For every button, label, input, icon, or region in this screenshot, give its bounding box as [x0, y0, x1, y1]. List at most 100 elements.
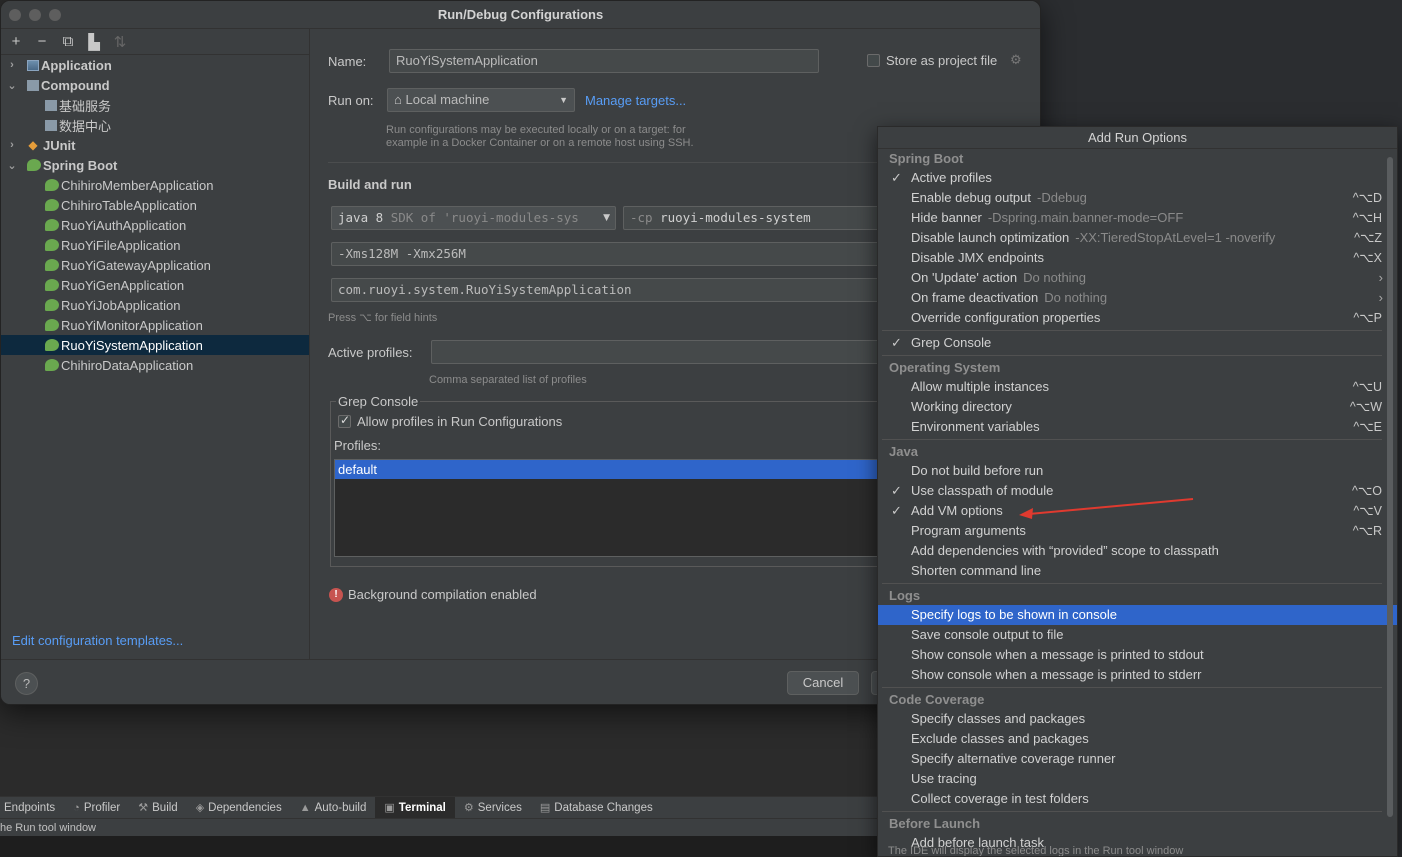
chevron-right-icon[interactable]: › [5, 59, 19, 71]
popup-scrollbar[interactable] [1387, 157, 1393, 817]
cp-prefix: -cp [630, 210, 653, 225]
active-profiles-field[interactable] [431, 340, 883, 364]
run-option-item[interactable]: On 'Update' action Do nothing › [878, 268, 1397, 288]
tree-item[interactable]: 数据中心 [1, 115, 309, 135]
store-as-project-checkbox[interactable] [867, 54, 880, 67]
tree-item[interactable]: › Application [1, 55, 309, 75]
run-option-item[interactable]: ✓ Use classpath of module ^⌥O [878, 481, 1397, 501]
tree-item[interactable]: RuoYiGatewayApplication [1, 255, 309, 275]
run-option-item[interactable]: ✓ Grep Console [878, 333, 1397, 353]
run-option-item[interactable]: Allow multiple instances ^⌥U [878, 377, 1397, 397]
chevron-down-icon[interactable]: ⌄ [5, 159, 19, 172]
allow-profiles-label: Allow profiles in Run Configurations [357, 414, 563, 429]
run-option-item[interactable]: Specify alternative coverage runner [878, 749, 1397, 769]
vm-options-field[interactable]: -Xms128M -Xmx256M [331, 242, 883, 266]
option-group-header: Code Coverage [889, 692, 985, 707]
warning-icon: ▲ [299, 801, 311, 814]
tool-tab[interactable]: ▣ Terminal [375, 796, 455, 819]
profiles-list[interactable]: default [334, 459, 884, 557]
compound-icon [27, 79, 39, 91]
name-field[interactable]: RuoYiSystemApplication [389, 49, 819, 73]
tool-tab[interactable]: ▤ Database Changes [531, 797, 662, 819]
run-option-label: Specify alternative coverage runner [911, 751, 1116, 766]
tree-item-label: RuoYiMonitorApplication [61, 317, 203, 333]
run-option-item[interactable]: Disable JMX endpoints ^⌥X [878, 248, 1397, 268]
spring-boot-icon [45, 199, 59, 211]
run-option-item[interactable]: Hide banner -Dspring.main.banner-mode=OFF… [878, 208, 1397, 228]
run-option-item[interactable]: Specify logs to be shown in console [878, 605, 1397, 625]
jdk-select[interactable]: java 8 SDK of 'ruoyi-modules-sys ▼ [331, 206, 616, 230]
tree-item[interactable]: RuoYiAuthApplication [1, 215, 309, 235]
tree-item[interactable]: › ◆ JUnit [1, 135, 309, 155]
edit-templates-link[interactable]: Edit configuration templates... [12, 633, 183, 648]
chevron-right-icon[interactable]: › [5, 139, 19, 151]
run-option-item[interactable]: Program arguments ^⌥R [878, 521, 1397, 541]
run-option-item[interactable]: Override configuration properties ^⌥P [878, 308, 1397, 328]
run-option-item[interactable]: Do not build before run [878, 461, 1397, 481]
run-option-item[interactable]: Save console output to file [878, 625, 1397, 645]
add-icon[interactable]: + [8, 33, 24, 50]
manage-targets-link[interactable]: Manage targets... [585, 93, 686, 108]
tree-item[interactable]: 基础服务 [1, 95, 309, 115]
dock [0, 836, 880, 857]
remove-icon[interactable]: − [34, 33, 50, 50]
run-option-item[interactable]: Collect coverage in test folders [878, 789, 1397, 809]
tree-item[interactable]: ⌄ Spring Boot [1, 155, 309, 175]
run-option-item[interactable]: Specify classes and packages [878, 709, 1397, 729]
run-on-select[interactable]: ⌂ Local machine ▼ [387, 88, 575, 112]
tool-tab[interactable]: ⚙ Services [455, 797, 531, 819]
tree-item-label: ChihiroTableApplication [61, 197, 197, 213]
tool-tab[interactable]: ◈ Dependencies [187, 797, 291, 819]
copy-icon[interactable]: ⧉ [60, 33, 76, 50]
run-option-item[interactable]: Add dependencies with “provided” scope t… [878, 541, 1397, 561]
tool-tab[interactable]: Endpoints [0, 797, 64, 819]
home-icon: ⌂ [394, 92, 402, 107]
gear-icon[interactable]: ⚙ [1010, 52, 1022, 68]
tree-item[interactable]: ChihiroDataApplication [1, 355, 309, 375]
run-option-item[interactable]: Disable launch optimization -XX:TieredSto… [878, 228, 1397, 248]
run-option-item[interactable]: Shorten command line [878, 561, 1397, 581]
run-option-item[interactable]: Exclude classes and packages [878, 729, 1397, 749]
run-option-detail: -Ddebug [1037, 190, 1087, 205]
run-option-item[interactable]: Working directory ^⌥W [878, 397, 1397, 417]
run-option-item[interactable]: ✓ Active profiles [878, 168, 1397, 188]
tree-item-label: 基础服务 [59, 98, 112, 114]
minimize-window-button[interactable] [29, 9, 41, 21]
shortcut-hint: ^⌥D [1352, 191, 1382, 205]
list-item[interactable]: default [335, 460, 883, 479]
help-button[interactable]: ? [15, 672, 38, 695]
run-option-item[interactable]: Use tracing [878, 769, 1397, 789]
cp-value: ruoyi-modules-system [660, 210, 811, 225]
sort-icon[interactable]: ⇅ [112, 33, 128, 51]
tree-item[interactable]: RuoYiSystemApplication [1, 335, 309, 355]
run-option-item[interactable]: ✓ Add VM options ^⌥V [878, 501, 1397, 521]
tree-item[interactable]: ⌄ Compound [1, 75, 309, 95]
database-icon: ▤ [539, 802, 551, 814]
maximize-window-button[interactable] [49, 9, 61, 21]
run-option-item[interactable]: Environment variables ^⌥E [878, 417, 1397, 437]
tool-tab[interactable]: ▲ Auto-build [291, 797, 376, 819]
chevron-down-icon[interactable]: ⌄ [5, 79, 19, 92]
main-class-field[interactable]: com.ruoyi.system.RuoYiSystemApplication [331, 278, 883, 302]
tree-item[interactable]: RuoYiGenApplication [1, 275, 309, 295]
run-option-item[interactable]: Enable debug output -Ddebug ^⌥D [878, 188, 1397, 208]
run-option-item[interactable]: On frame deactivation Do nothing › [878, 288, 1397, 308]
tree-item[interactable]: RuoYiFileApplication [1, 235, 309, 255]
checkmark-icon: ✓ [891, 503, 902, 518]
folder-icon[interactable]: ▙ [86, 33, 102, 51]
tree-item[interactable]: ChihiroMemberApplication [1, 175, 309, 195]
tree-item[interactable]: RuoYiMonitorApplication [1, 315, 309, 335]
tool-tab[interactable]: ⚒ Build [129, 797, 186, 819]
classpath-field[interactable]: -cp ruoyi-modules-system [623, 206, 883, 230]
tool-tab[interactable]: ◔ Profiler [64, 797, 129, 819]
tree-item[interactable]: RuoYiJobApplication [1, 295, 309, 315]
run-option-item[interactable]: Show console when a message is printed t… [878, 645, 1397, 665]
run-option-item[interactable]: Show console when a message is printed t… [878, 665, 1397, 685]
cancel-button[interactable]: Cancel [787, 671, 859, 695]
run-on-value: Local machine [405, 92, 490, 107]
shortcut-hint: ^⌥W [1349, 400, 1382, 414]
run-option-detail: -Dspring.main.banner-mode=OFF [987, 210, 1184, 225]
close-window-button[interactable] [9, 9, 21, 21]
tree-item[interactable]: ChihiroTableApplication [1, 195, 309, 215]
allow-profiles-checkbox[interactable] [338, 413, 351, 428]
